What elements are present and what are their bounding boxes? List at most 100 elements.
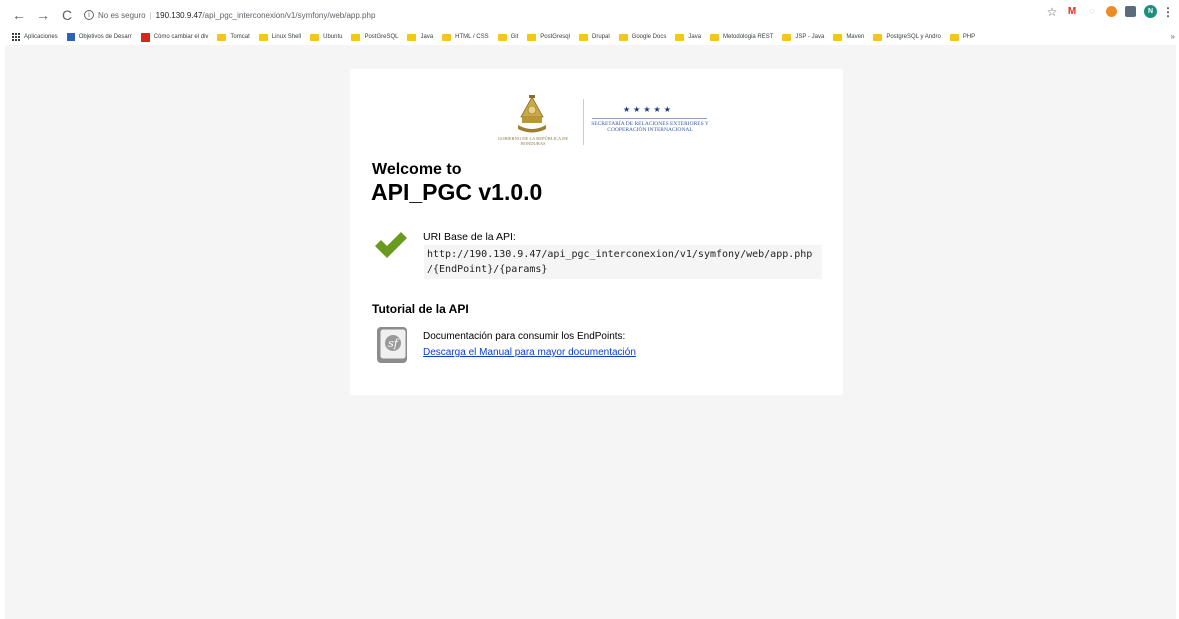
url-host[interactable]: 190.130.9.47 (156, 11, 203, 20)
folder-icon (782, 33, 792, 41)
documentation-label: Documentación para consumir los EndPoint… (423, 331, 626, 342)
folder-icon (497, 33, 507, 41)
bookmark-label: Metodologia REST (723, 34, 774, 40)
bookmark-item[interactable]: Google Docs (618, 33, 667, 41)
bookmark-label: Tomcat (230, 34, 250, 40)
bookmark-label: Google Docs (631, 34, 667, 40)
folder-icon (710, 33, 720, 41)
url-path[interactable]: /api_pgc_interconexion/v1/symfony/web/ap… (202, 11, 375, 20)
apps-icon (12, 33, 20, 41)
bookmark-label: Cómo cambiar el div (153, 34, 209, 40)
uri-base-label: URI Base de la API: (423, 231, 516, 243)
arrow-left-icon: ← (12, 7, 26, 23)
folder-icon (618, 33, 628, 41)
bookmark-item[interactable]: Drupal (578, 33, 610, 41)
bookmark-label: Java (420, 34, 434, 40)
browser-toolbar: ← → C i No es seguro | 190.130.9.47/api_… (0, 0, 1179, 30)
info-icon[interactable]: i (84, 10, 94, 20)
extension-box-icon[interactable] (1125, 6, 1136, 17)
bookmark-label: PostGreSQL (364, 34, 399, 40)
bookmark-star-icon[interactable]: ☆ (1046, 5, 1058, 19)
uri-base-line-1: http://190.130.9.47/api_pgc_interconexio… (427, 249, 813, 260)
bookmark-item[interactable]: Tomcat (217, 33, 250, 41)
address-separator: | (149, 10, 152, 20)
back-button[interactable]: ← (8, 4, 30, 26)
security-status[interactable]: No es seguro (98, 11, 146, 20)
folder-icon (527, 33, 537, 41)
bookmarks-bar: Aplicaciones Objetivos de Desarr Cómo camb… (0, 30, 1179, 44)
site-favicon-icon (66, 33, 75, 41)
bookmark-item[interactable]: Git (497, 33, 519, 41)
welcome-card: Gobierno de la República de Honduras ★★★… (350, 69, 843, 395)
logo-divider (583, 99, 584, 145)
uri-base-code: http://190.130.9.47/api_pgc_interconexio… (424, 245, 822, 279)
page-title: API_PGC v1.0.0 (371, 179, 543, 205)
extensions-area: ☆ M ◌ N ⋮ (1046, 5, 1174, 19)
bookmark-item[interactable]: PHP (949, 33, 976, 41)
folder-icon (258, 33, 268, 41)
bookmark-item[interactable]: HTML / CSS (442, 33, 489, 41)
bookmark-label: Objetivos de Desarr (78, 34, 132, 40)
institution-logos: Gobierno de la República de Honduras ★★★… (487, 95, 709, 151)
extension-orange-icon[interactable] (1106, 6, 1117, 17)
folder-icon (217, 33, 227, 41)
reload-icon: C (61, 7, 73, 23)
bookmark-item[interactable]: JSP - Java (782, 33, 825, 41)
checkmark-icon (375, 232, 407, 258)
folder-icon (442, 33, 452, 41)
bookmark-item[interactable]: Objetivos de Desarr (66, 33, 132, 41)
bookmark-item[interactable]: Java (407, 33, 434, 41)
bookmark-label: HTML / CSS (455, 34, 489, 40)
forward-button[interactable]: → (32, 4, 54, 26)
manual-book-icon: sf (377, 327, 407, 363)
bookmark-item[interactable]: Linux Shell (258, 33, 302, 41)
bookmark-label: JSP - Java (795, 34, 825, 40)
folder-icon (310, 33, 320, 41)
bookmark-item[interactable]: Ubuntu (310, 33, 343, 41)
folder-icon (675, 33, 685, 41)
bookmark-item[interactable]: PostGresql (527, 33, 570, 41)
bookmark-label: Java (688, 34, 702, 40)
site-favicon-icon (140, 32, 150, 42)
government-name: Gobierno de la República de Honduras (497, 136, 569, 146)
arrow-right-icon: → (36, 7, 50, 23)
bookmark-label: Aplicaciones (24, 34, 58, 40)
bookmarks-overflow-icon[interactable]: » (1171, 32, 1175, 41)
bookmark-item[interactable]: PostgreSQL y Andro (873, 33, 941, 41)
bookmark-item[interactable]: Aplicaciones (12, 33, 58, 41)
bookmark-label: PHP (962, 34, 976, 40)
extension-ghost-icon[interactable]: ◌ (1086, 6, 1098, 18)
bookmark-item[interactable]: Maven (833, 33, 865, 41)
profile-avatar[interactable]: N (1144, 5, 1157, 18)
gmail-icon[interactable]: M (1066, 6, 1078, 18)
bookmark-label: Linux Shell (271, 34, 302, 40)
bookmark-label: Git (510, 34, 519, 40)
bookmark-label: Maven (846, 34, 865, 40)
download-manual-link[interactable]: Descarga el Manual para mayor documentac… (423, 347, 636, 358)
bookmark-item[interactable]: Cómo cambiar el div (140, 32, 209, 42)
bookmark-item[interactable]: PostGreSQL (351, 33, 399, 41)
bookmark-label: Ubuntu (323, 34, 343, 40)
stars-icon: ★★★★★ (623, 105, 674, 114)
folder-icon (407, 33, 417, 41)
address-bar[interactable]: i No es seguro | 190.130.9.47/api_pgc_in… (84, 4, 375, 26)
bookmark-item[interactable]: Java (675, 33, 702, 41)
folder-icon (578, 33, 588, 41)
page-viewport: Gobierno de la República de Honduras ★★★… (5, 45, 1176, 619)
folder-icon (873, 33, 883, 41)
coat-of-arms-icon (518, 95, 546, 133)
bookmark-label: Drupal (591, 34, 610, 40)
welcome-heading: Welcome to (372, 161, 462, 178)
uri-base-line-2: /{EndPoint}/{params} (427, 264, 548, 275)
bookmark-item[interactable]: Metodologia REST (710, 33, 774, 41)
folder-icon (949, 33, 959, 41)
bookmark-label: PostGresql (540, 34, 570, 40)
reload-button[interactable]: C (56, 4, 78, 26)
kebab-menu-icon[interactable]: ⋮ (1162, 5, 1174, 19)
secretariat-rule (592, 118, 707, 119)
folder-icon (351, 33, 361, 41)
secretariat-name: Secretaría de Relaciones Exteriores y Co… (591, 121, 709, 133)
folder-icon (833, 33, 843, 41)
tutorial-heading: Tutorial de la API (372, 302, 469, 316)
bookmark-label: PostgreSQL y Andro (886, 34, 941, 40)
